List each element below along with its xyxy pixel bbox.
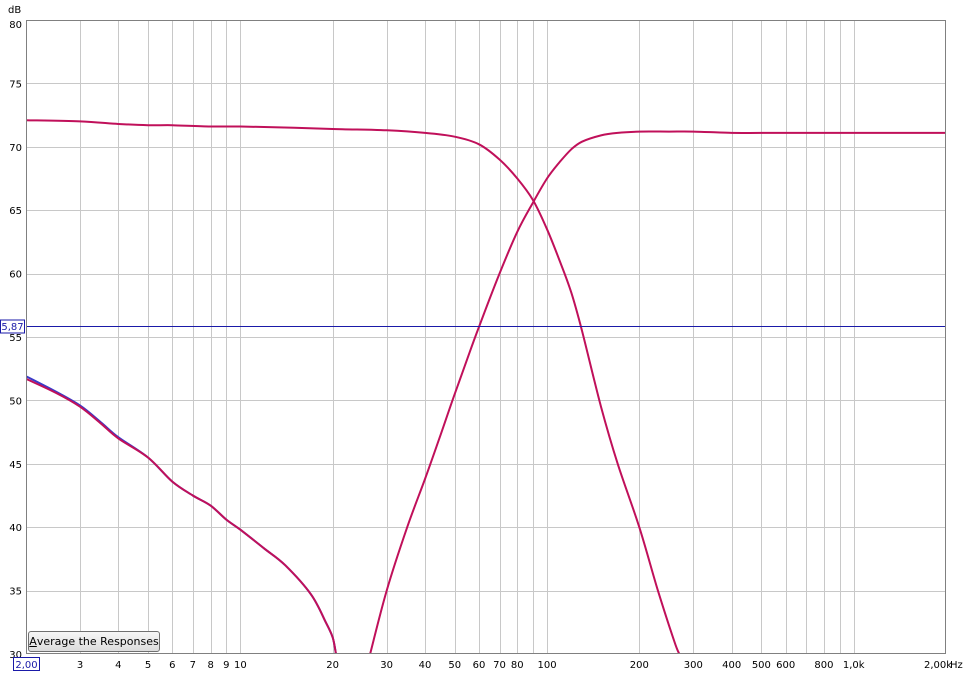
x-tick-label: 400 [722,660,741,671]
y-tick-label: 35 [9,587,22,598]
x-tick-label: 7 [190,660,196,671]
x-tick-label: 2,00k [924,660,952,671]
series-line-1 [26,119,681,654]
x-start-label: 2,00 [15,660,37,671]
x-tick-label: 40 [419,660,432,671]
x-tick-label: 80 [511,660,524,671]
x-tick-label: 20 [326,660,339,671]
x-tick-label: 50 [448,660,461,671]
x-unit-label: Hz [950,660,963,671]
grid [26,20,946,654]
series-line-3 [26,377,337,654]
x-tick-label: 800 [814,660,833,671]
x-tick-label: 300 [684,660,703,671]
y-tick-label: 55 [9,333,22,344]
x-tick-label: 3 [77,660,83,671]
x-tick-label: 200 [630,660,649,671]
cursor-value-box: 5,87 [0,319,25,334]
x-tick-label: 8 [207,660,213,671]
y-unit-label: dB [8,5,21,16]
x-tick-label: 600 [776,660,795,671]
x-tick-label: 100 [537,660,556,671]
y-tick-label: 50 [9,396,22,407]
series-group [26,119,946,654]
frequency-response-chart: 8075706560555045403530dB5,873 4 5 6 7 8 9 10 20 3… [0,5,963,671]
series-line-4 [26,375,337,654]
x-tick-label: 4 [115,660,121,671]
y-tick-label: 45 [9,460,22,471]
cursor-value-label: 5,87 [1,322,23,333]
x-tick-label: 60 [473,660,486,671]
x-tick-label: 6 [169,660,175,671]
x-start-box: 2,00 [13,657,40,671]
series-line-2 [369,130,946,654]
average-responses-button[interactable]: Average the Responses [28,631,160,652]
x-tick-label: 1,0k [843,660,865,671]
y-tick-label: 60 [9,270,22,281]
x-tick-label: 70 [493,660,506,671]
y-tick-label: 80 [9,20,22,31]
y-tick-label: 70 [9,143,22,154]
average-button-label: verage the Responses [36,635,159,648]
y-tick-label: 65 [9,206,22,217]
x-tick-label: 10 [234,660,247,671]
average-button-mnemonic: A [29,635,37,648]
x-tick-label: 30 [380,660,393,671]
y-tick-label: 40 [9,523,22,534]
x-tick-label: 9 [223,660,229,671]
y-tick-label: 75 [9,79,22,90]
x-tick-label: 500 [752,660,771,671]
x-tick-label: 5 [145,660,151,671]
